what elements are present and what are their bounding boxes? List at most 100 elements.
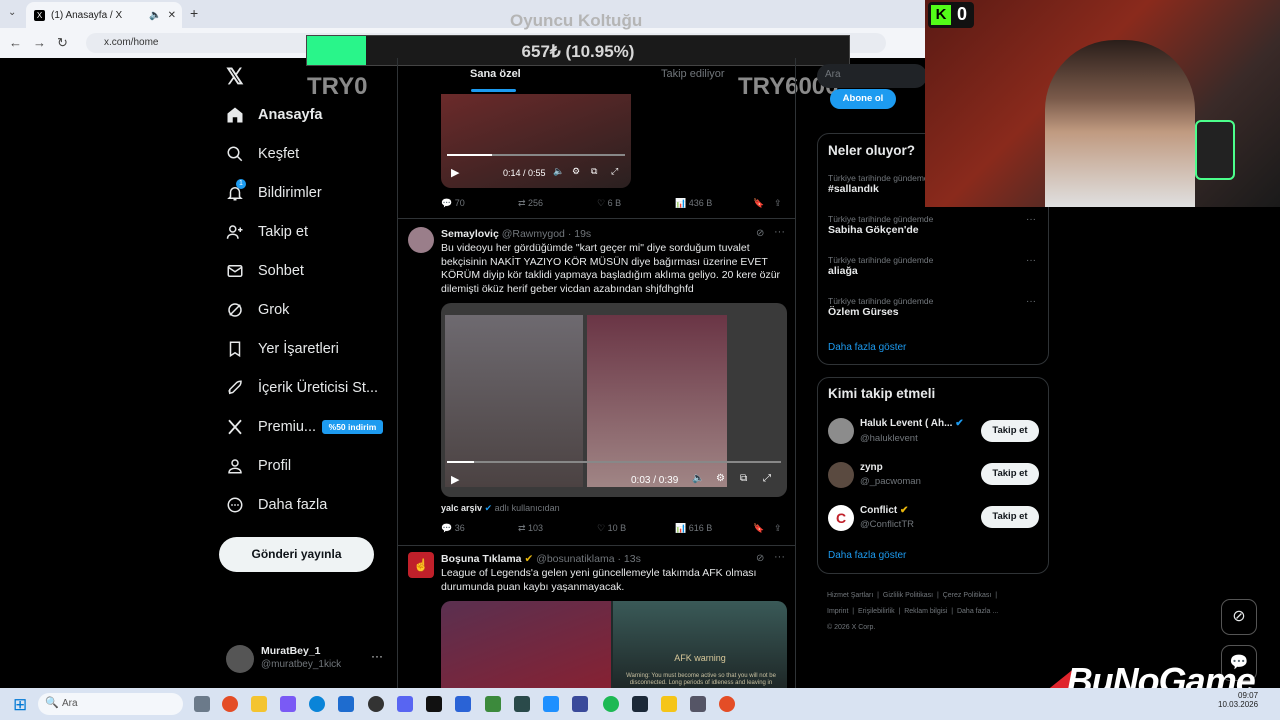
sidebar-item-premium[interactable]: Premiu... [226, 418, 316, 436]
discord-icon[interactable] [397, 696, 413, 712]
taskbar-search[interactable]: 🔍 Ara [38, 693, 183, 715]
post-button[interactable]: Gönderi yayınla [219, 537, 374, 572]
forward-icon[interactable]: → [33, 35, 46, 50]
bookmark-icon[interactable]: 🔖 [753, 523, 764, 534]
avatar[interactable] [828, 462, 854, 488]
more-dots-icon[interactable]: ··· [371, 649, 383, 663]
avatar[interactable] [408, 227, 434, 253]
more-dots-icon[interactable]: ··· [774, 551, 785, 563]
like-button[interactable]: ♡ 10 B [597, 523, 626, 534]
fullscreen-icon[interactable]: ⤢ [611, 166, 618, 177]
sidebar-item-grok[interactable]: Grok [226, 301, 289, 319]
bookmark-icon[interactable]: 🔖 [753, 198, 764, 209]
more-dots-icon[interactable]: ··· [774, 226, 785, 238]
close-tab-icon[interactable]: ✕ [168, 10, 176, 21]
suggestion-name[interactable]: Haluk Levent ( Ah... ✔ [860, 418, 964, 429]
tab-following[interactable]: Takip ediliyor [661, 68, 725, 80]
footer-link[interactable]: Imprint [827, 608, 848, 615]
trend-item[interactable]: Türkiye tarihinde gündemde aliağa ··· [828, 255, 1040, 277]
chrome-icon[interactable] [719, 696, 735, 712]
follow-button[interactable]: Takip et [981, 420, 1039, 442]
share-icon[interactable]: ⇪ [774, 198, 782, 209]
footer-link[interactable]: Erişilebilirlik [858, 608, 895, 615]
views-button[interactable]: 📊 616 B [675, 523, 712, 534]
suggestion-name[interactable]: zynp [860, 462, 883, 473]
avatar[interactable] [828, 418, 854, 444]
reply-button[interactable]: 💬 70 [441, 198, 465, 209]
browser-tab[interactable]: X (1) Anasayfa / X 🔈 ✕ [26, 2, 182, 28]
show-more-trends-link[interactable]: Daha fazla göster [828, 342, 906, 353]
app-icon[interactable] [572, 696, 588, 712]
footer-link[interactable]: Gizlilik Politikası [883, 592, 933, 599]
subscribe-button[interactable]: Abone ol [830, 89, 896, 109]
windows-start-icon[interactable]: ⊞ [13, 695, 27, 715]
volume-icon[interactable]: 🔈 [553, 166, 564, 177]
tab-for-you[interactable]: Sana özel [470, 68, 521, 80]
back-icon[interactable]: ← [9, 35, 22, 50]
app-icon[interactable] [543, 696, 559, 712]
avatar[interactable]: C [828, 505, 854, 531]
footer-link[interactable]: Çerez Politikası [943, 592, 992, 599]
author-name[interactable]: Semayloviç [441, 228, 499, 240]
new-tab-button[interactable]: + [190, 5, 198, 21]
sidebar-item-notifications[interactable]: Bildirimler 1 [226, 179, 322, 202]
search-input[interactable]: Ara [817, 64, 927, 88]
sidebar-item-more[interactable]: Daha fazla [226, 496, 327, 514]
video-source[interactable]: yalc arşiv ✔ adlı kullanıcıdan [441, 503, 560, 514]
settings-icon[interactable]: ⚙ [716, 473, 725, 484]
minecraft-icon[interactable] [485, 696, 501, 712]
terminal-icon[interactable] [514, 696, 530, 712]
account-switcher[interactable]: MuratBey_1 @muratbey_1kick ··· [226, 643, 396, 675]
sidebar-item-creator-studio[interactable]: İçerik Üreticisi St... [226, 379, 378, 397]
share-icon[interactable]: ⇪ [774, 523, 782, 534]
spotify-icon[interactable] [603, 696, 619, 712]
author-handle[interactable]: @bosunatiklama [536, 553, 614, 565]
play-icon[interactable]: ▶ [451, 473, 459, 486]
app-icon[interactable] [455, 696, 471, 712]
show-more-follow-link[interactable]: Daha fazla göster [828, 550, 906, 561]
footer-link[interactable]: Reklam bilgisi [904, 608, 947, 615]
play-icon[interactable]: ▶ [451, 166, 459, 179]
grok-icon[interactable]: ⊘ [756, 553, 764, 564]
trend-item[interactable]: Türkiye tarihinde gündemde Özlem Gürses … [828, 296, 1040, 318]
repost-button[interactable]: ⇄ 256 [518, 198, 543, 209]
chrome-icon[interactable] [222, 696, 238, 712]
settings-icon[interactable] [690, 696, 706, 712]
post-video[interactable]: ▶ 0:14 / 0:55 🔈 ⚙ ⧉ ⤢ [441, 94, 631, 188]
capcut-icon[interactable] [426, 696, 442, 712]
trend-item[interactable]: Türkiye tarihinde gündemde Sabiha Gökçen… [828, 214, 1040, 236]
sidebar-item-home[interactable]: Anasayfa [226, 106, 322, 124]
reload-icon[interactable]: ↻ [57, 35, 68, 51]
settings-icon[interactable]: ⚙ [572, 166, 580, 177]
avatar[interactable]: ☝ [408, 552, 434, 578]
footer-link[interactable]: Hizmet Şartları [827, 592, 873, 599]
follow-button[interactable]: Takip et [981, 463, 1039, 485]
repost-button[interactable]: ⇄ 103 [518, 523, 543, 534]
footer-link[interactable]: Daha fazla ... [957, 608, 998, 615]
mute-icon[interactable]: 🔈 [149, 10, 161, 21]
post-video[interactable]: ▶ 0:03 / 0:39 🔈 ⚙ ⧉ ⤢ [441, 303, 787, 497]
more-dots-icon[interactable]: ··· [1026, 214, 1036, 225]
views-button[interactable]: 📊 436 B [675, 198, 712, 209]
more-dots-icon[interactable]: ··· [1026, 255, 1036, 266]
volume-icon[interactable]: 🔈 [692, 473, 704, 484]
grok-icon[interactable]: ⊘ [756, 228, 764, 239]
pip-icon[interactable]: ⧉ [591, 166, 597, 177]
app-icon[interactable] [661, 696, 677, 712]
obs-icon[interactable] [368, 696, 384, 712]
sidebar-item-follow[interactable]: Takip et [226, 223, 308, 241]
copilot-icon[interactable] [280, 696, 296, 712]
suggestion-name[interactable]: Conflict ✔ [860, 505, 908, 516]
pip-icon[interactable]: ⧉ [740, 473, 747, 484]
tab-list-icon[interactable]: ⌄ [8, 7, 16, 18]
x-logo-icon[interactable]: 𝕏 [226, 64, 244, 90]
post-image[interactable]: AFK warning Warning: You must become act… [441, 601, 787, 690]
steam-icon[interactable] [632, 696, 648, 712]
edge-icon[interactable] [309, 696, 325, 712]
author-handle[interactable]: @Rawmygod [502, 228, 565, 240]
fullscreen-icon[interactable]: ⤢ [763, 473, 771, 484]
sidebar-item-chat[interactable]: Sohbet [226, 262, 304, 280]
author-name[interactable]: Boşuna Tıklama [441, 553, 522, 565]
grok-float-button[interactable]: ⊘ [1221, 599, 1257, 635]
follow-button[interactable]: Takip et [981, 506, 1039, 528]
